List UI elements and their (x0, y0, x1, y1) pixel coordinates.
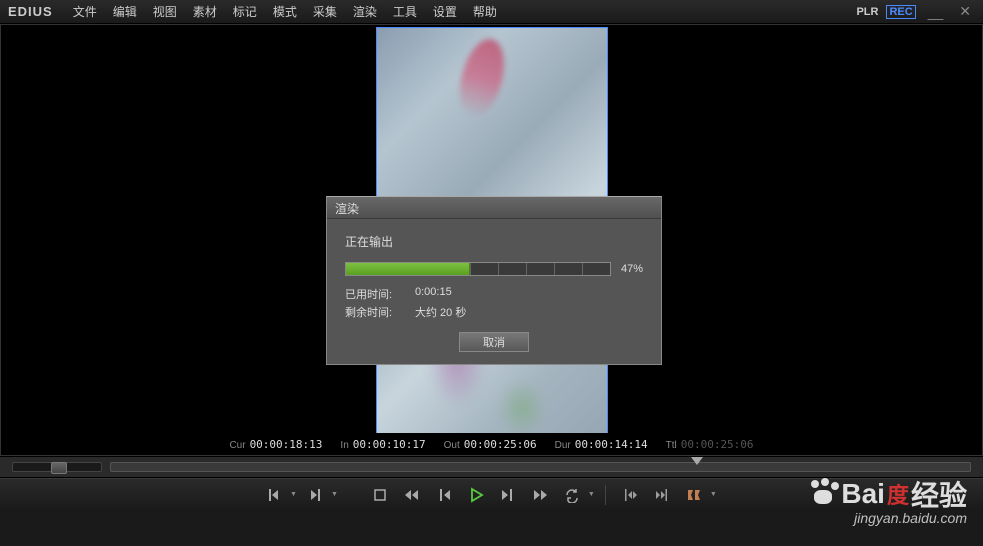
dropdown-icon[interactable]: ▼ (710, 491, 717, 498)
menu-view[interactable]: 视图 (145, 3, 185, 20)
next-frame-button[interactable] (494, 484, 522, 506)
match-frame-button[interactable] (680, 484, 708, 506)
set-out-button[interactable] (301, 484, 329, 506)
dropdown-icon[interactable]: ▼ (290, 491, 297, 498)
menu-render[interactable]: 渲染 (345, 3, 385, 20)
timecode-bar: Cur 00:00:18:13 In 00:00:10:17 Out 00:00… (1, 433, 982, 455)
menu-edit[interactable]: 编辑 (105, 3, 145, 20)
mode-rec[interactable]: REC (886, 5, 915, 19)
menubar: EDIUS 文件 编辑 视图 素材 标记 模式 采集 渲染 工具 设置 帮助 P… (0, 0, 983, 24)
menu-file[interactable]: 文件 (65, 3, 105, 20)
mode-plr[interactable]: PLR (856, 6, 878, 18)
prev-edit-button[interactable] (616, 484, 644, 506)
rewind-button[interactable] (398, 484, 426, 506)
dropdown-icon[interactable]: ▼ (588, 491, 595, 498)
play-button[interactable] (462, 484, 490, 506)
stop-button[interactable] (366, 484, 394, 506)
minimize-button[interactable]: __ (924, 4, 948, 20)
menu-marker[interactable]: 标记 (225, 3, 265, 20)
zoom-thumb[interactable] (51, 462, 67, 474)
tc-in[interactable]: In 00:00:10:17 (340, 438, 425, 451)
prev-frame-button[interactable] (430, 484, 458, 506)
set-in-button[interactable] (260, 484, 288, 506)
cancel-button[interactable]: 取消 (459, 332, 529, 352)
tc-cur[interactable]: Cur 00:00:18:13 (229, 438, 322, 451)
scrubber-bar (0, 456, 983, 478)
playhead[interactable] (691, 457, 703, 475)
remaining-row: 剩余时间: 大约 20 秒 (345, 304, 643, 320)
video-content (452, 34, 511, 122)
menu-mode[interactable]: 模式 (265, 3, 305, 20)
zoom-slider[interactable] (12, 462, 102, 472)
progress-percent: 47% (621, 263, 643, 275)
timeline-scrubber[interactable] (110, 462, 971, 472)
progress-fill (346, 263, 470, 275)
app-logo: EDIUS (8, 4, 53, 19)
next-edit-button[interactable] (648, 484, 676, 506)
tc-ttl[interactable]: Ttl 00:00:25:06 (666, 438, 754, 451)
tc-dur[interactable]: Dur 00:00:14:14 (555, 438, 648, 451)
video-content (497, 378, 547, 438)
render-dialog: 渲染 正在输出 47% 已用时间: 0:00:15 剩余时间: 大约 20 秒 … (326, 196, 662, 365)
transport-controls: ▼ ▼ ▼ ▼ (0, 478, 983, 510)
menu-settings[interactable]: 设置 (425, 3, 465, 20)
dialog-status: 正在输出 (345, 233, 643, 250)
menu-clip[interactable]: 素材 (185, 3, 225, 20)
fast-forward-button[interactable] (526, 484, 554, 506)
dialog-title[interactable]: 渲染 (327, 197, 661, 219)
menu-tools[interactable]: 工具 (385, 3, 425, 20)
tc-out[interactable]: Out 00:00:25:06 (444, 438, 537, 451)
elapsed-row: 已用时间: 0:00:15 (345, 286, 643, 302)
close-button[interactable]: ✕ (955, 3, 975, 20)
menu-help[interactable]: 帮助 (465, 3, 505, 20)
dropdown-icon[interactable]: ▼ (331, 491, 338, 498)
loop-button[interactable] (558, 484, 586, 506)
progress-bar (345, 262, 611, 276)
menu-capture[interactable]: 采集 (305, 3, 345, 20)
